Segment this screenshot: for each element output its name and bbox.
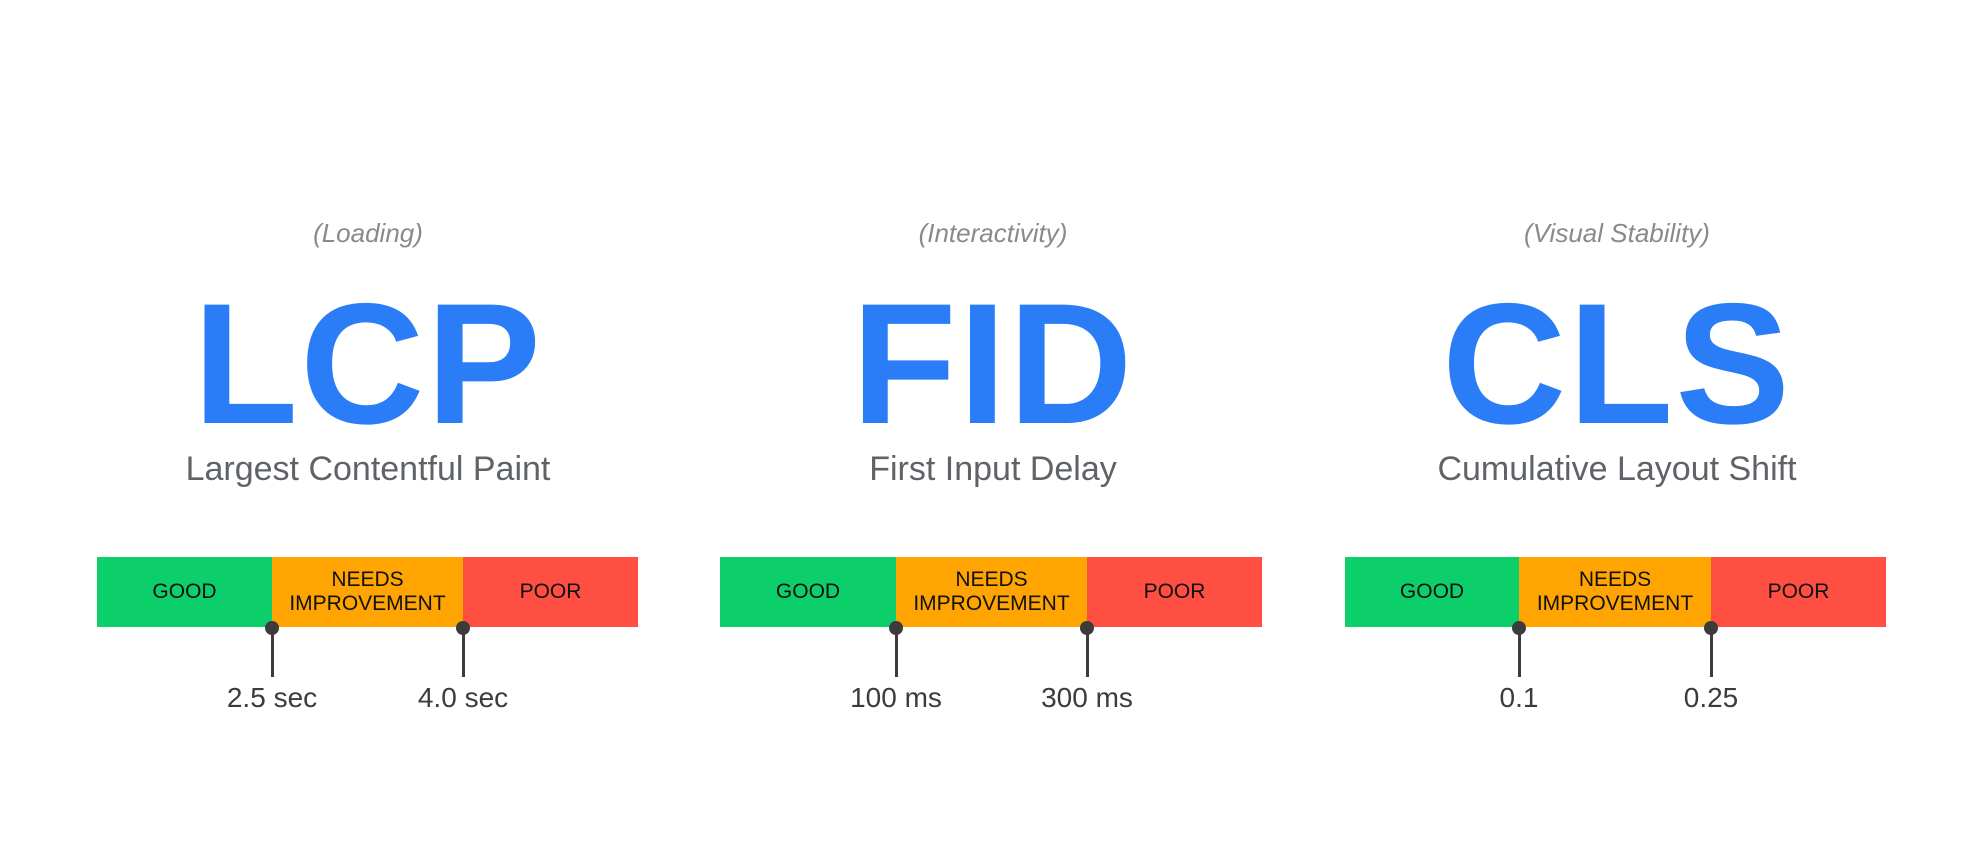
threshold-label: 300 ms [1041, 682, 1133, 713]
threshold-marker [265, 621, 279, 677]
segment-good: GOOD [720, 557, 896, 627]
metric-abbreviation: FID [851, 268, 1135, 460]
threshold-marker [1704, 621, 1718, 677]
segment-good: GOOD [97, 557, 272, 627]
threshold-marker [456, 621, 470, 677]
threshold-bar: GOOD NEEDS IMPROVEMENT POOR [97, 557, 638, 627]
metric-abbreviation: LCP [193, 268, 543, 460]
segment-label: POOR [519, 580, 582, 603]
metric-abbreviation: CLS [1442, 268, 1792, 460]
segment-poor: POOR [1711, 557, 1886, 627]
segment-label: NEEDS IMPROVEMENT [913, 568, 1070, 615]
segment-label: GOOD [1399, 580, 1465, 603]
metric-name: First Input Delay [869, 450, 1117, 488]
segment-label: POOR [1767, 580, 1830, 603]
metric-name: Largest Contentful Paint [185, 450, 551, 488]
threshold-bar: GOOD NEEDS IMPROVEMENT POOR [720, 557, 1262, 627]
segment-label: NEEDS IMPROVEMENT [289, 568, 446, 615]
segment-needs-improvement: NEEDS IMPROVEMENT [896, 557, 1087, 627]
threshold-label: 0.25 [1683, 682, 1739, 713]
metric-category: (Interactivity) [918, 218, 1068, 248]
threshold-label: 0.1 [1499, 682, 1539, 713]
segment-poor: POOR [463, 557, 638, 627]
segment-label: POOR [1143, 580, 1206, 603]
metric-lcp: (Loading) LCP Largest Contentful Paint [18, 0, 718, 850]
threshold-label: 100 ms [850, 682, 942, 713]
threshold-marker [889, 621, 903, 677]
segment-label: NEEDS IMPROVEMENT [1536, 568, 1694, 615]
metric-fid: (Interactivity) FID First Input Delay [643, 0, 1343, 850]
metric-category: (Loading) [313, 218, 423, 248]
segment-label: GOOD [775, 580, 841, 603]
threshold-bar: GOOD NEEDS IMPROVEMENT POOR [1345, 557, 1886, 627]
metric-category: (Visual Stability) [1524, 218, 1710, 248]
segment-poor: POOR [1087, 557, 1262, 627]
threshold-label: 2.5 sec [226, 682, 318, 713]
threshold-marker [1512, 621, 1526, 677]
segment-needs-improvement: NEEDS IMPROVEMENT [272, 557, 463, 627]
segment-label: GOOD [152, 580, 217, 603]
threshold-marker [1080, 621, 1094, 677]
metric-cls: (Visual Stability) CLS Cumulative Layout… [1267, 0, 1967, 850]
segment-good: GOOD [1345, 557, 1519, 627]
threshold-label: 4.0 sec [417, 682, 509, 713]
metric-name: Cumulative Layout Shift [1437, 450, 1797, 488]
segment-needs-improvement: NEEDS IMPROVEMENT [1519, 557, 1711, 627]
